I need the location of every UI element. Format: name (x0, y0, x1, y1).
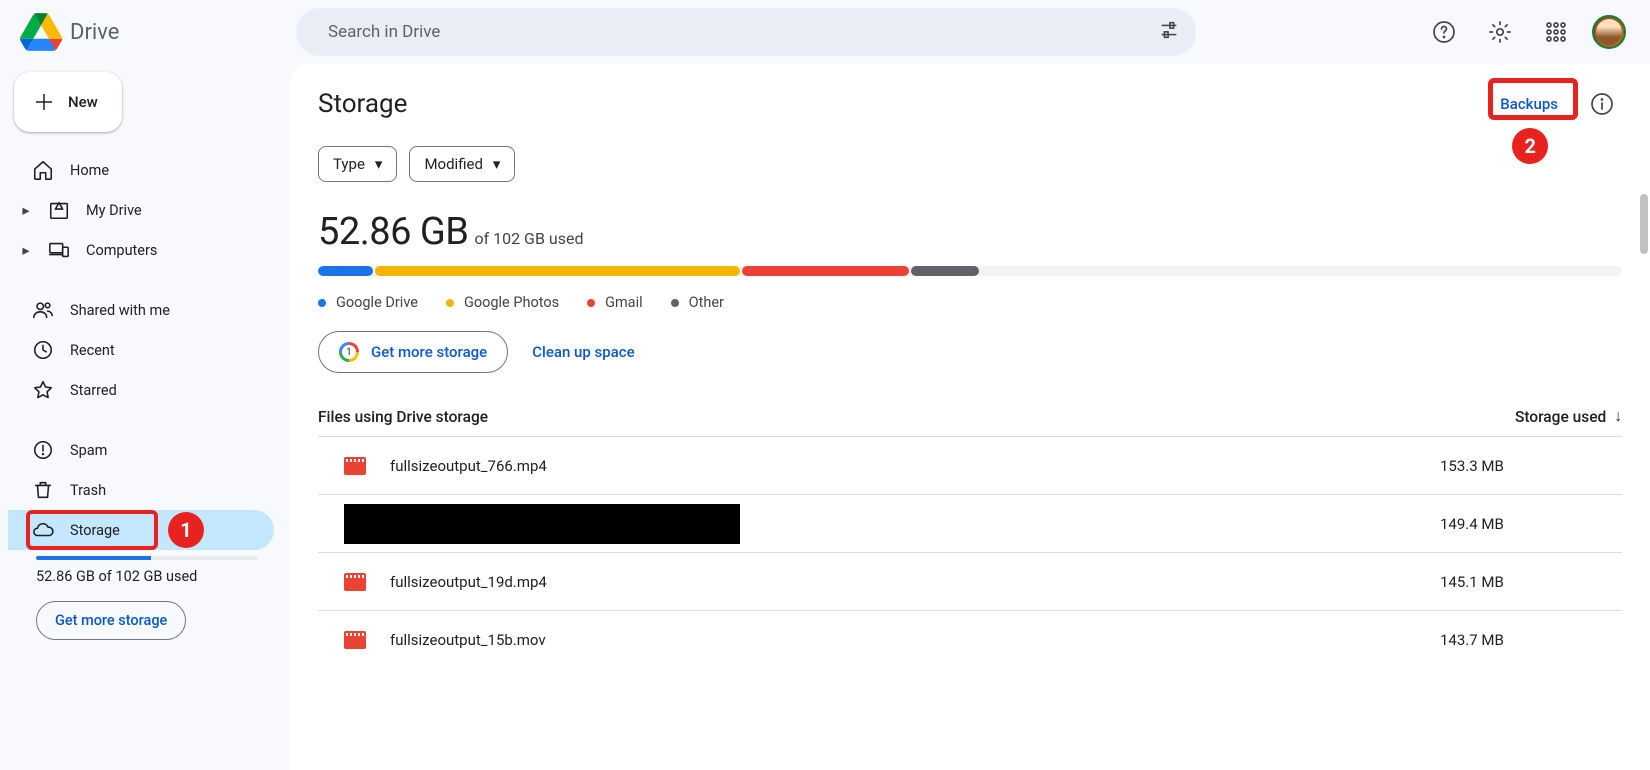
file-row[interactable]: fullsizeoutput_15b.mov143.7 MB (318, 610, 1622, 668)
chip-label: Type (333, 155, 365, 173)
file-name: fullsizeoutput_19d.mp4 (390, 573, 1440, 591)
file-row[interactable]: fullsizeoutput_19d.mp4145.1 MB (318, 552, 1622, 610)
video-file-icon (344, 457, 366, 475)
sidebar-item-storage[interactable]: Storage 1 (8, 510, 274, 550)
devices-icon (48, 239, 70, 261)
sidebar-item-label: Trash (70, 482, 106, 499)
star-icon (32, 379, 54, 401)
spam-icon (32, 439, 54, 461)
sort-label: Storage used (1515, 408, 1606, 426)
page-title: Storage (318, 89, 407, 119)
apps-grid-icon[interactable] (1536, 12, 1576, 52)
video-file-icon (344, 631, 366, 649)
sidebar-item-label: Storage (70, 522, 120, 539)
new-button-label: New (68, 93, 98, 111)
sidebar-item-computers[interactable]: ▸ Computers (8, 230, 274, 270)
video-file-icon (344, 573, 366, 591)
google-one-icon (339, 342, 359, 362)
sidebar-item-label: Computers (86, 242, 157, 259)
search-input[interactable] (328, 22, 1142, 42)
logo-block[interactable]: Drive (8, 13, 288, 51)
file-size: 145.1 MB (1440, 573, 1620, 591)
sidebar-storage-bar (36, 556, 258, 560)
sidebar-item-label: My Drive (86, 202, 142, 219)
people-icon (32, 299, 54, 321)
settings-gear-icon[interactable] (1480, 12, 1520, 52)
chevron-right-icon[interactable]: ▸ (20, 202, 32, 219)
sidebar-item-my-drive[interactable]: ▸ My Drive (8, 190, 274, 230)
sidebar-get-more-button[interactable]: Get more storage (36, 601, 186, 640)
sidebar-item-label: Home (70, 162, 109, 179)
arrow-down-icon: ↓ (1614, 407, 1622, 426)
sidebar-item-trash[interactable]: Trash (8, 470, 274, 510)
main-content: Storage Backups 2 Type▾ Modified▾ 52.86 … (290, 64, 1650, 770)
sidebar-item-spam[interactable]: Spam (8, 430, 274, 470)
sidebar-item-label: Spam (70, 442, 107, 459)
drive-logo-icon (20, 13, 62, 51)
storage-usage-bar (318, 266, 1622, 276)
file-row[interactable]: 149.4 MB (318, 494, 1622, 552)
sidebar: New Home ▸ My Drive ▸ Computers Shared w… (0, 64, 290, 770)
sidebar-item-label: Shared with me (70, 302, 170, 319)
redacted-block (344, 504, 740, 544)
home-icon (32, 159, 54, 181)
cloud-icon (32, 519, 54, 541)
legend-label: Google Photos (464, 294, 559, 311)
storage-legend: Google Drive Google Photos Gmail Other (318, 294, 1622, 311)
drive-folder-icon (48, 199, 70, 221)
sidebar-item-recent[interactable]: Recent (8, 330, 274, 370)
search-options-icon[interactable] (1158, 19, 1180, 45)
info-icon[interactable] (1582, 84, 1622, 124)
new-button[interactable]: New (14, 72, 122, 132)
storage-used-value: 52.86 GB (318, 210, 468, 254)
files-list-title: Files using Drive storage (318, 408, 488, 426)
button-label: Get more storage (371, 343, 487, 361)
chevron-down-icon: ▾ (375, 155, 383, 173)
get-more-storage-button[interactable]: Get more storage (318, 331, 508, 373)
app-name: Drive (70, 20, 119, 45)
storage-used-suffix: of 102 GB used (474, 229, 583, 248)
sidebar-item-shared[interactable]: Shared with me (8, 290, 274, 330)
filter-chip-modified[interactable]: Modified ▾ (409, 146, 515, 182)
sort-header[interactable]: Storage used ↓ (1515, 407, 1622, 426)
file-name: fullsizeoutput_15b.mov (390, 631, 1440, 649)
plus-icon (32, 90, 56, 114)
filter-chip-type[interactable]: Type ▾ (318, 146, 397, 182)
clock-icon (32, 339, 54, 361)
trash-icon (32, 479, 54, 501)
file-size: 143.7 MB (1440, 631, 1620, 649)
sidebar-item-label: Starred (70, 382, 117, 399)
sidebar-item-label: Recent (70, 342, 115, 359)
legend-label: Other (689, 294, 724, 311)
file-row[interactable]: fullsizeoutput_766.mp4153.3 MB (318, 436, 1622, 494)
help-icon[interactable] (1424, 12, 1464, 52)
search-bar[interactable] (296, 8, 1196, 56)
scrollbar-thumb[interactable] (1640, 194, 1648, 254)
annotation-badge-1: 1 (168, 512, 204, 548)
legend-label: Google Drive (336, 294, 418, 311)
file-name: fullsizeoutput_766.mp4 (390, 457, 1440, 475)
chevron-right-icon[interactable]: ▸ (20, 242, 32, 259)
file-size: 153.3 MB (1440, 457, 1620, 475)
clean-up-space-link[interactable]: Clean up space (532, 343, 634, 361)
chip-label: Modified (424, 155, 482, 173)
sidebar-item-starred[interactable]: Starred (8, 370, 274, 410)
sidebar-storage-text: 52.86 GB of 102 GB used (8, 568, 274, 585)
account-avatar[interactable] (1592, 15, 1626, 49)
file-list: fullsizeoutput_766.mp4153.3 MB 149.4 MB fu… (318, 436, 1622, 668)
legend-label: Gmail (605, 294, 643, 311)
backups-link[interactable]: Backups (1496, 89, 1562, 119)
sidebar-item-home[interactable]: Home (8, 150, 274, 190)
chevron-down-icon: ▾ (493, 155, 501, 173)
file-size: 149.4 MB (1440, 515, 1620, 533)
